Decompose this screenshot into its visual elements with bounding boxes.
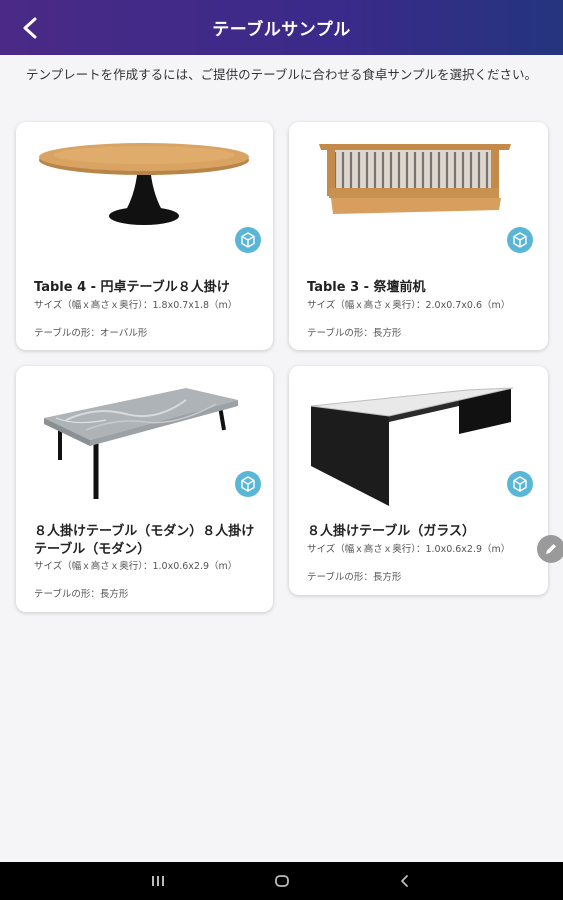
card-size: サイズ（幅ｘ高さｘ奥行）：1.0x0.6x2.9（m） xyxy=(307,544,511,555)
page-title: テーブルサンプル xyxy=(212,20,351,40)
table-image xyxy=(44,388,238,499)
table-image xyxy=(319,144,511,214)
table-card-3[interactable]: ８人掛けテーブル（モダン）８人掛けテーブル（モダン） サイズ（幅ｘ高さｘ奥行）：… xyxy=(16,366,273,612)
cube-3d-icon[interactable] xyxy=(235,227,261,253)
card-title: Table 3 - 祭壇前机 xyxy=(307,280,426,295)
home-icon xyxy=(275,875,289,887)
card-title: ８人掛けテーブル（モダン）８人掛けテーブル（モダン） xyxy=(34,524,255,557)
chevron-left-icon xyxy=(23,17,37,39)
pencil-icon xyxy=(546,544,556,554)
table-card-1[interactable]: Table 4 - 円卓テーブル８人掛け サイズ（幅ｘ高さｘ奥行）：1.8x0.… xyxy=(16,122,273,350)
cube-3d-icon[interactable] xyxy=(507,471,533,497)
table-card-2[interactable]: Table 3 - 祭壇前机 サイズ（幅ｘ高さｘ奥行）：2.0x0.7x0.6（… xyxy=(289,122,548,350)
instruction-text: テンプレートを作成するには、ご提供のテーブルに合わせる食卓サンプルを選択ください… xyxy=(25,67,537,82)
edit-button[interactable] xyxy=(537,535,563,563)
recent-apps-icon xyxy=(152,876,164,886)
card-shape: テーブルの形：長方形 xyxy=(307,328,402,339)
card-shape: テーブルの形：オーバル形 xyxy=(34,328,148,339)
cube-3d-icon[interactable] xyxy=(235,471,261,497)
home-button[interactable] xyxy=(257,862,307,900)
app-bar: テーブルサンプル xyxy=(0,0,563,55)
cube-3d-icon[interactable] xyxy=(507,227,533,253)
card-title: ８人掛けテーブル（ガラス） xyxy=(307,524,475,539)
back-nav-button[interactable] xyxy=(380,862,430,900)
table-card-4[interactable]: ８人掛けテーブル（ガラス） サイズ（幅ｘ高さｘ奥行）：1.0x0.6x2.9（m… xyxy=(289,366,548,595)
back-button[interactable] xyxy=(12,10,48,46)
card-size: サイズ（幅ｘ高さｘ奥行）：1.0x0.6x2.9（m） xyxy=(34,561,238,572)
table-image xyxy=(39,143,249,225)
system-nav-bar xyxy=(0,862,563,900)
card-shape: テーブルの形：長方形 xyxy=(307,572,402,583)
back-icon xyxy=(401,875,408,887)
card-size: サイズ（幅ｘ高さｘ奥行）：1.8x0.7x1.8（m） xyxy=(34,300,238,311)
table-image xyxy=(310,387,514,506)
recent-apps-button[interactable] xyxy=(133,862,183,900)
card-size: サイズ（幅ｘ高さｘ奥行）：2.0x0.7x0.6（m） xyxy=(307,300,511,311)
card-title: Table 4 - 円卓テーブル８人掛け xyxy=(34,280,230,295)
card-shape: テーブルの形：長方形 xyxy=(34,589,129,600)
